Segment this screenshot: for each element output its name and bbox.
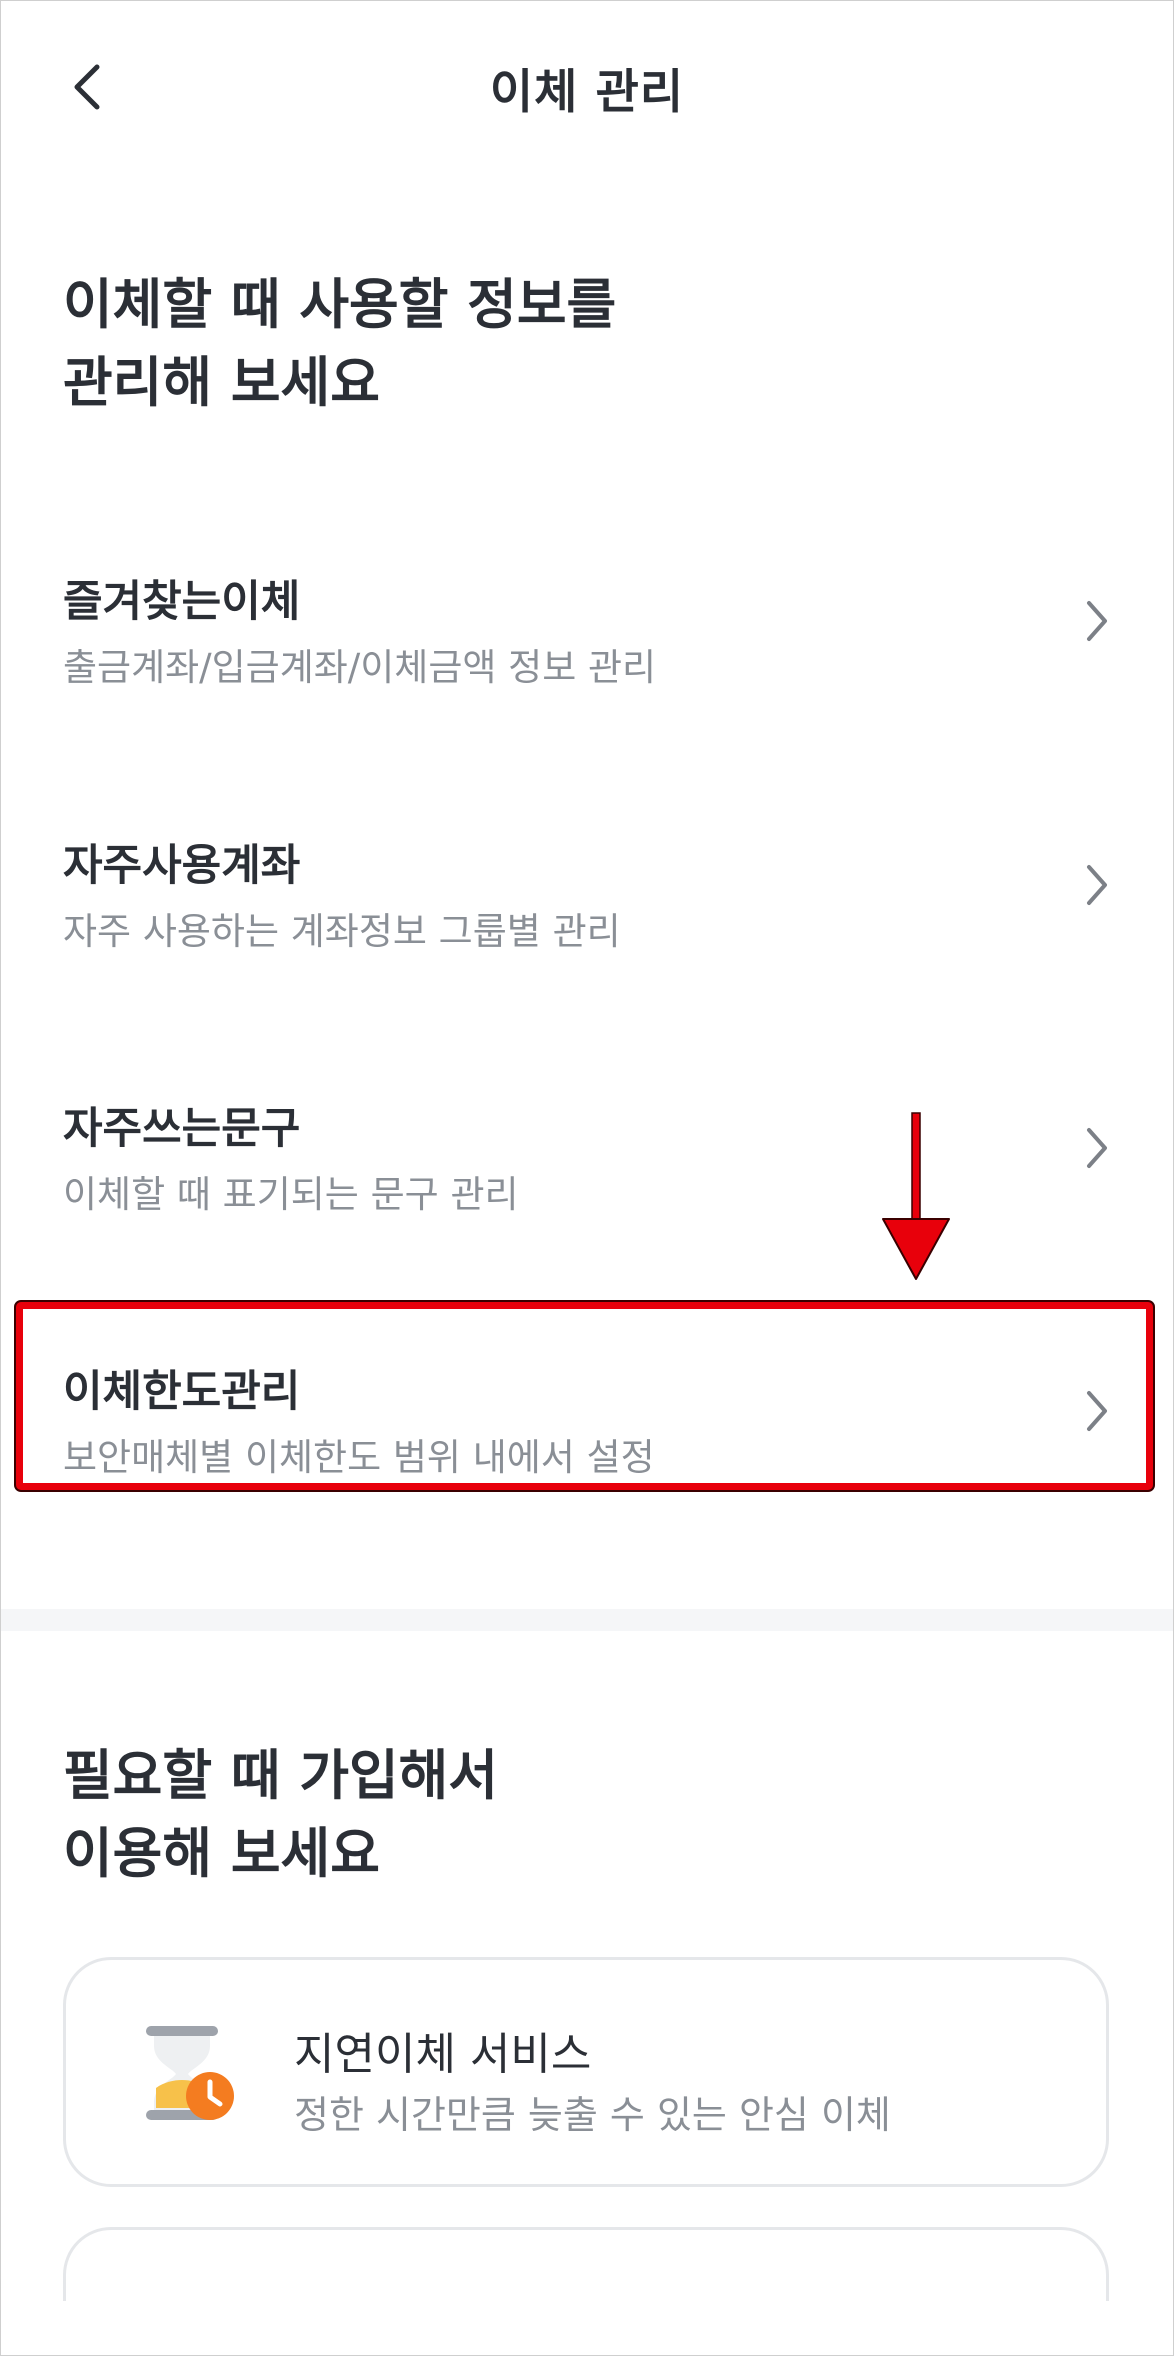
menu-item-desc: 자주 사용하는 계좌정보 그룹별 관리 xyxy=(63,910,621,953)
annotation-down-arrow-icon xyxy=(882,1112,950,1280)
chevron-right-icon xyxy=(1077,591,1117,651)
card-desc: 정한 시간만큼 늦출 수 있는 안심 이체 xyxy=(294,2093,891,2137)
screen-bottom-edge xyxy=(1,2301,1173,2355)
section-divider xyxy=(1,1609,1173,1631)
menu-item-desc: 이체할 때 표기되는 문구 관리 xyxy=(63,1173,519,1216)
menu-item-frequent-accounts[interactable]: 자주사용계좌 자주 사용하는 계좌정보 그룹별 관리 xyxy=(1,801,1173,1001)
menu-item-frequent-phrases[interactable]: 자주쓰는문구 이체할 때 표기되는 문구 관리 xyxy=(1,1064,1173,1264)
transfer-management-screen: 이체 관리 이체할 때 사용할 정보를 관리해 보세요 즐겨찾는이체 출금계좌/… xyxy=(0,0,1174,2356)
chevron-right-icon xyxy=(1077,855,1117,915)
menu-item-title: 즐겨찾는이체 xyxy=(63,577,301,627)
card-title: 지연이체 서비스 xyxy=(294,2029,592,2080)
chevron-right-icon xyxy=(1077,1118,1117,1178)
page-title: 이체 관리 xyxy=(489,65,685,120)
menu-item-title: 자주쓰는문구 xyxy=(63,1104,301,1154)
services-section-heading: 필요할 때 가입해서 이용해 보세요 xyxy=(63,1744,499,1885)
menu-item-desc: 출금계좌/입금계좌/이체금액 정보 관리 xyxy=(63,646,657,689)
menu-item-favorite-transfer[interactable]: 즐겨찾는이체 출금계좌/입금계좌/이체금액 정보 관리 xyxy=(1,537,1173,737)
hourglass-clock-icon xyxy=(146,2026,234,2120)
annotation-highlight-box xyxy=(14,1300,1155,1492)
menu-item-title: 자주사용계좌 xyxy=(63,841,301,891)
delayed-transfer-service-card[interactable]: 지연이체 서비스 정한 시간만큼 늦출 수 있는 안심 이체 xyxy=(63,1957,1109,2187)
manage-section-heading: 이체할 때 사용할 정보를 관리해 보세요 xyxy=(63,273,617,414)
app-header: 이체 관리 xyxy=(1,1,1173,177)
